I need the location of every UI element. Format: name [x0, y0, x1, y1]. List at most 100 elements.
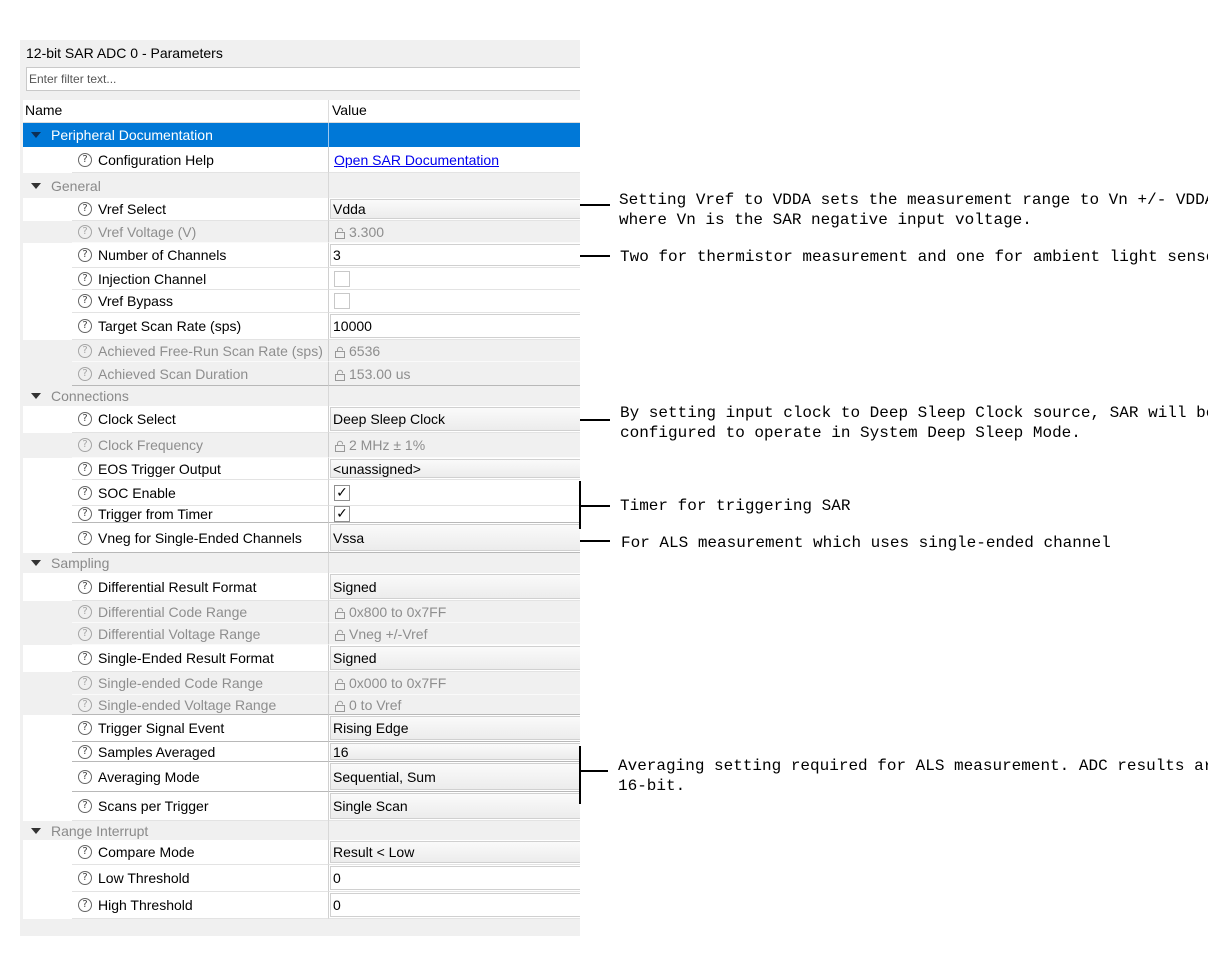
- param-row-number-of-channels[interactable]: ? Number of Channels 3: [23, 243, 580, 268]
- param-row-compare-mode[interactable]: ? Compare Mode Result < Low: [23, 840, 580, 865]
- help-icon[interactable]: ?: [78, 412, 92, 426]
- help-icon[interactable]: ?: [78, 530, 92, 545]
- help-icon[interactable]: ?: [78, 438, 92, 452]
- param-row-clock-select[interactable]: ? Clock Select Deep Sleep Clock: [23, 406, 580, 433]
- param-checkbox[interactable]: ✓: [334, 506, 350, 522]
- help-icon[interactable]: ?: [78, 626, 92, 641]
- param-row-samples-averaged[interactable]: ? Samples Averaged 16: [23, 742, 580, 762]
- param-dropdown[interactable]: Signed: [330, 574, 580, 599]
- help-icon[interactable]: ?: [78, 271, 92, 286]
- param-dropdown[interactable]: Vssa: [330, 524, 580, 551]
- param-row-eos-trigger-output[interactable]: ? EOS Trigger Output <unassigned>: [23, 458, 580, 480]
- help-icon[interactable]: ?: [78, 485, 92, 500]
- param-value-cell[interactable]: Deep Sleep Clock: [328, 406, 580, 433]
- param-row-vneg-for-single-ended-channels[interactable]: ? Vneg for Single-Ended Channels Vssa: [23, 523, 580, 553]
- help-icon[interactable]: ?: [78, 224, 92, 239]
- param-row-trigger-signal-event[interactable]: ? Trigger Signal Event Rising Edge: [23, 715, 580, 742]
- param-value-cell[interactable]: <unassigned>: [328, 458, 580, 480]
- param-value-cell[interactable]: 0: [328, 892, 580, 919]
- param-row-trigger-from-timer[interactable]: ? Trigger from Timer ✓: [23, 506, 580, 523]
- help-icon[interactable]: ?: [78, 604, 92, 619]
- param-value-cell[interactable]: 10000: [328, 313, 580, 340]
- category-peripheral-documentation[interactable]: Peripheral Documentation: [23, 123, 580, 147]
- param-dropdown[interactable]: 16: [330, 743, 580, 760]
- help-icon[interactable]: ?: [78, 343, 92, 358]
- category-connections[interactable]: Connections: [23, 386, 580, 406]
- param-row-target-scan-rate-sps[interactable]: ? Target Scan Rate (sps) 10000: [23, 313, 580, 340]
- param-row-injection-channel[interactable]: ? Injection Channel: [23, 268, 580, 290]
- param-value-cell[interactable]: [328, 290, 580, 313]
- param-value-cell[interactable]: [328, 268, 580, 290]
- help-icon[interactable]: ?: [78, 507, 92, 521]
- param-value-cell[interactable]: Vdda: [328, 198, 580, 221]
- param-row-low-threshold[interactable]: ? Low Threshold 0: [23, 865, 580, 892]
- param-input[interactable]: 10000: [330, 314, 580, 338]
- help-icon[interactable]: ?: [78, 721, 92, 735]
- help-icon[interactable]: ?: [78, 799, 92, 813]
- help-icon[interactable]: ?: [78, 871, 92, 885]
- param-value-cell[interactable]: Vssa: [328, 523, 580, 553]
- param-row-vref-select[interactable]: ? Vref Select Vdda: [23, 198, 580, 221]
- chevron-down-icon[interactable]: [31, 182, 41, 189]
- param-value-cell[interactable]: 3: [328, 243, 580, 268]
- help-icon[interactable]: ?: [78, 248, 92, 262]
- param-value-cell[interactable]: Rising Edge: [328, 715, 580, 742]
- param-row-scans-per-trigger[interactable]: ? Scans per Trigger Single Scan: [23, 792, 580, 821]
- param-checkbox[interactable]: ✓: [334, 484, 350, 501]
- help-icon[interactable]: ?: [78, 845, 92, 859]
- param-value-cell[interactable]: Signed: [328, 645, 580, 672]
- param-value-cell[interactable]: Single Scan: [328, 792, 580, 821]
- param-checkbox[interactable]: [334, 270, 350, 287]
- category-sampling[interactable]: Sampling: [23, 553, 580, 573]
- chevron-down-icon[interactable]: [31, 827, 41, 834]
- param-dropdown[interactable]: Result < Low: [330, 841, 580, 863]
- help-icon[interactable]: ?: [78, 152, 92, 167]
- param-value-cell[interactable]: ✓: [328, 506, 580, 523]
- help-icon[interactable]: ?: [78, 202, 92, 216]
- param-dropdown[interactable]: Sequential, Sum: [330, 763, 580, 790]
- filter-input[interactable]: [26, 67, 580, 91]
- help-icon[interactable]: ?: [78, 769, 92, 784]
- param-row-configuration-help[interactable]: ? Configuration Help Open SAR Documentatio…: [23, 147, 580, 173]
- param-value-cell[interactable]: Signed: [328, 573, 580, 601]
- help-icon[interactable]: ?: [78, 744, 92, 759]
- column-divider[interactable]: [328, 100, 329, 122]
- help-icon[interactable]: ?: [78, 319, 92, 333]
- help-icon[interactable]: ?: [78, 366, 92, 381]
- help-icon[interactable]: ?: [78, 579, 92, 594]
- param-dropdown[interactable]: Vdda: [330, 199, 580, 219]
- param-value-cell[interactable]: Sequential, Sum: [328, 762, 580, 792]
- param-input[interactable]: 3: [330, 244, 580, 266]
- param-dropdown[interactable]: <unassigned>: [330, 459, 580, 478]
- param-row-single-ended-result-format[interactable]: ? Single-Ended Result Format Signed: [23, 645, 580, 672]
- help-icon[interactable]: ?: [78, 461, 92, 476]
- help-icon[interactable]: ?: [78, 676, 92, 690]
- column-header-name[interactable]: Name: [25, 102, 62, 118]
- param-value-cell[interactable]: Result < Low: [328, 840, 580, 865]
- category-range-interrupt[interactable]: Range Interrupt: [23, 821, 580, 840]
- help-icon[interactable]: ?: [78, 294, 92, 308]
- param-value-cell[interactable]: 0: [328, 865, 580, 892]
- param-input[interactable]: 0: [330, 866, 580, 890]
- param-value-cell[interactable]: Open SAR Documentation: [328, 147, 580, 173]
- chevron-down-icon[interactable]: [31, 132, 41, 138]
- param-row-vref-bypass[interactable]: ? Vref Bypass: [23, 290, 580, 313]
- param-value-cell[interactable]: ✓: [328, 480, 580, 506]
- param-row-soc-enable[interactable]: ? SOC Enable ✓: [23, 480, 580, 506]
- open-documentation-link[interactable]: Open SAR Documentation: [334, 152, 499, 168]
- param-dropdown[interactable]: Signed: [330, 646, 580, 670]
- param-input[interactable]: 0: [330, 893, 580, 917]
- param-row-differential-result-format[interactable]: ? Differential Result Format Signed: [23, 573, 580, 601]
- column-header-value[interactable]: Value: [332, 102, 367, 118]
- param-dropdown[interactable]: Rising Edge: [330, 716, 580, 740]
- param-row-high-threshold[interactable]: ? High Threshold 0: [23, 892, 580, 919]
- help-icon[interactable]: ?: [78, 697, 92, 712]
- param-checkbox[interactable]: [334, 293, 350, 309]
- chevron-down-icon[interactable]: [31, 393, 41, 399]
- help-icon[interactable]: ?: [78, 898, 92, 912]
- help-icon[interactable]: ?: [78, 651, 92, 665]
- param-dropdown[interactable]: Single Scan: [330, 793, 580, 819]
- param-dropdown[interactable]: Deep Sleep Clock: [330, 407, 580, 431]
- category-general[interactable]: General: [23, 173, 580, 198]
- param-value-cell[interactable]: 16: [328, 742, 580, 762]
